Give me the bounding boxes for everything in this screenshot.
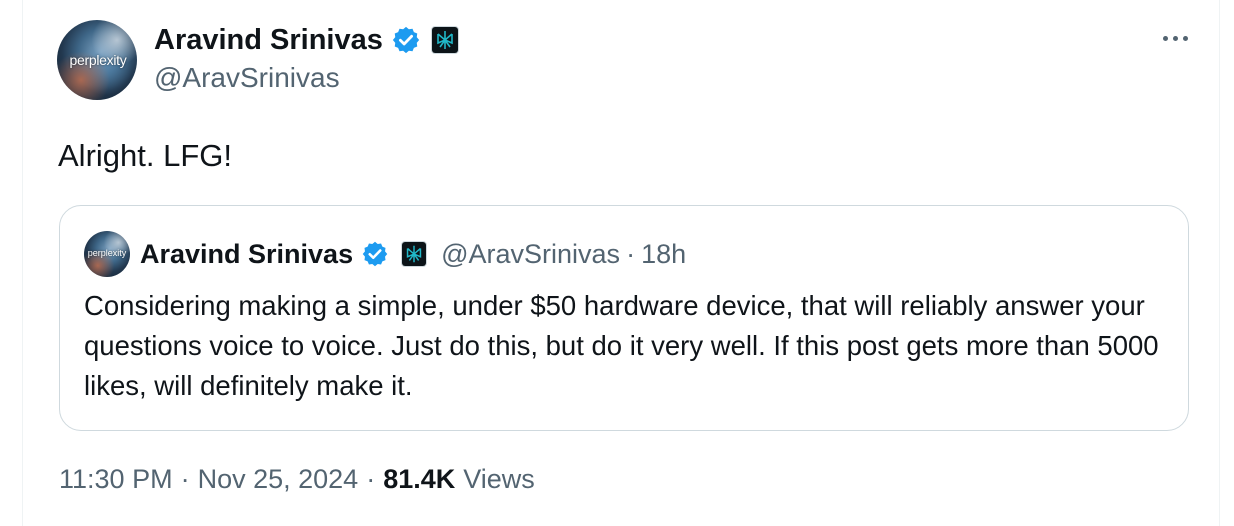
more-dot	[1182, 35, 1188, 41]
meta-separator: ·	[366, 464, 376, 494]
more-options-icon[interactable]	[1157, 26, 1193, 50]
tweet-meta: 11:30 PM · Nov 25, 2024 · 81.4K Views	[59, 464, 535, 495]
tweet-card: perplexity Aravind Srinivas @AravSriniva…	[22, 0, 1220, 526]
quoted-author-display-name[interactable]: Aravind Srinivas	[140, 239, 353, 270]
author-name-row: Aravind Srinivas	[154, 20, 459, 60]
quoted-author-handle[interactable]: @AravSrinivas	[441, 239, 620, 270]
verified-badge-icon[interactable]	[391, 25, 421, 55]
more-dot	[1162, 35, 1168, 41]
more-dot	[1172, 35, 1178, 41]
meta-separator: ·	[180, 464, 190, 494]
views-count[interactable]: 81.4K	[383, 464, 455, 495]
author-display-name[interactable]: Aravind Srinivas	[154, 24, 383, 57]
avatar-label: perplexity	[69, 52, 127, 68]
tweet-text: Alright. LFG!	[58, 138, 232, 173]
tweet-time[interactable]: 11:30 PM	[59, 464, 173, 495]
verified-badge-icon[interactable]	[361, 240, 389, 268]
quoted-tweet[interactable]: perplexity Aravind Srinivas @AravSriniva…	[59, 205, 1189, 431]
tweet-date[interactable]: Nov 25, 2024	[198, 464, 359, 495]
avatar-label: perplexity	[87, 248, 127, 258]
perplexity-logo-icon[interactable]	[401, 241, 428, 267]
quoted-separator: ·	[626, 238, 636, 269]
quoted-timestamp[interactable]: 18h	[641, 239, 686, 270]
author-avatar[interactable]: perplexity	[57, 20, 137, 100]
perplexity-logo-icon[interactable]	[430, 26, 459, 54]
views-label[interactable]: Views	[463, 464, 535, 495]
quoted-author-avatar[interactable]: perplexity	[84, 231, 130, 277]
quoted-tweet-text: Considering making a simple, under $50 h…	[84, 290, 1159, 401]
quoted-header: Aravind Srinivas @AravSrinivas · 18h	[140, 236, 686, 272]
author-handle[interactable]: @AravSrinivas	[154, 62, 340, 94]
